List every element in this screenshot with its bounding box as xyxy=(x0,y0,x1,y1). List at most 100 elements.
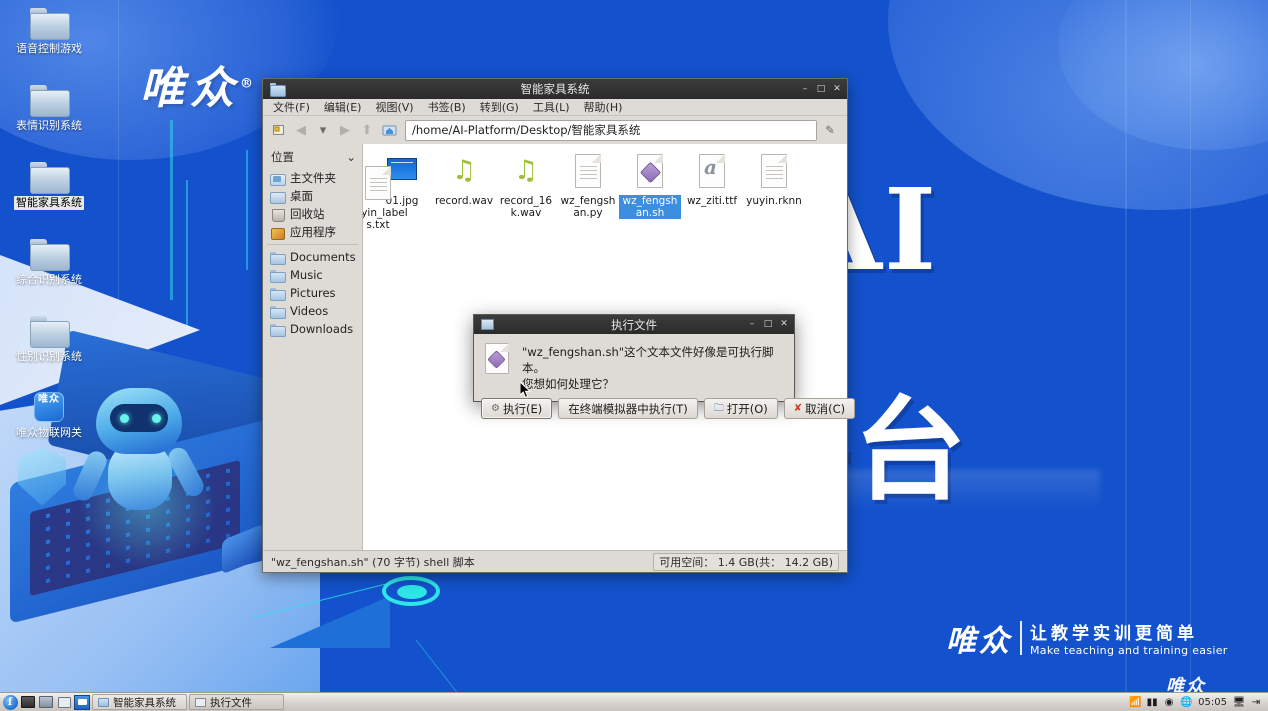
desktop-icon-voice-game[interactable]: 语音控制游戏 xyxy=(8,8,90,56)
file-manager-titlebar[interactable]: 智能家具系统 – □ ✕ xyxy=(263,79,847,99)
path-input[interactable]: /home/AI-Platform/Desktop/智能家具系统 xyxy=(405,119,817,141)
sidebar-item-home[interactable]: 主文件夹 xyxy=(263,169,362,187)
close-button[interactable]: ✕ xyxy=(830,82,844,96)
sidebar-header[interactable]: 位置 ⌄ xyxy=(263,146,362,169)
file-item-record-16k-wav[interactable]: ♫ record_16k.wav xyxy=(495,152,557,231)
camera-icon[interactable]: ◉ xyxy=(1162,695,1176,709)
dialog-titlebar[interactable]: 执行文件 – □ ✕ xyxy=(474,315,794,334)
folder-icon xyxy=(30,239,70,271)
menu-bar[interactable]: 文件(F) 编辑(E) 视图(V) 书签(B) 转到(G) 工具(L) 帮助(H… xyxy=(263,99,847,116)
minimize-button[interactable]: – xyxy=(798,82,812,96)
desktop-icon-expression-system[interactable]: 表情识别系统 xyxy=(8,85,90,133)
show-desktop-icon[interactable] xyxy=(74,694,90,710)
taskbar-item-file-manager[interactable]: 智能家具系统 xyxy=(92,694,187,710)
file-item-wz-fengshan-sh[interactable]: wz_fengshan.sh xyxy=(619,152,681,231)
brand-logo-bottom-mark: 唯众 xyxy=(946,624,1012,659)
file-manager-title: 智能家具系统 xyxy=(520,82,590,96)
file-item-record-wav[interactable]: ♫ record.wav xyxy=(433,152,495,231)
execute-in-terminal-button[interactable]: 在终端模拟器中执行(T) xyxy=(558,398,698,419)
file-item-wz-fengshan-py[interactable]: wz_fengshan.py xyxy=(557,152,619,231)
folder-icon xyxy=(270,269,286,283)
open-button[interactable]: 🗀 打开(O) xyxy=(703,398,778,419)
back-icon[interactable]: ◀ xyxy=(291,120,311,140)
menu-edit[interactable]: 编辑(E) xyxy=(318,98,368,116)
chevron-down-icon[interactable]: ▾ xyxy=(313,120,333,140)
status-bar: "wz_fengshan.sh" (70 字节) shell 脚本 可用空间： … xyxy=(263,550,847,572)
file-item-yuyin-rknn[interactable]: yuyin.rknn xyxy=(743,152,805,231)
sidebar[interactable]: 位置 ⌄ 主文件夹 桌面 回收站 应用程序 Documents Music Pi… xyxy=(263,144,363,550)
display-icon[interactable]: 🖥 xyxy=(1232,695,1246,709)
network-icon[interactable]: 📶 xyxy=(1128,695,1142,709)
wallpaper-vline-2 xyxy=(1190,0,1191,711)
clock[interactable]: 05:05 xyxy=(1196,697,1229,708)
registered-mark: ® xyxy=(240,76,253,92)
menu-view[interactable]: 视图(V) xyxy=(369,98,419,116)
desktop-icon-gender-system[interactable]: 性别识别系统 xyxy=(8,316,90,364)
new-tab-icon[interactable] xyxy=(269,120,289,140)
execute-file-dialog[interactable]: 执行文件 – □ ✕ "wz_fengshan.sh"这个文本文件好像是可执行脚… xyxy=(473,314,856,419)
cancel-button-label: 取消(C) xyxy=(805,401,846,416)
chevron-down-icon[interactable]: ⌄ xyxy=(346,150,356,164)
sidebar-item-label: Music xyxy=(290,268,323,282)
file-item-wz-ziti-ttf[interactable]: a wz_ziti.ttf xyxy=(681,152,743,231)
desktop-icon-comprehensive-system[interactable]: 综合识别系统 xyxy=(8,239,90,287)
taskbar-item-label: 执行文件 xyxy=(210,696,252,709)
home-icon[interactable] xyxy=(379,120,399,140)
dialog-maximize-button[interactable]: □ xyxy=(761,318,775,332)
cancel-button[interactable]: ✘ 取消(C) xyxy=(783,398,856,419)
taskbar[interactable]: f 智能家具系统 执行文件 📶 ▮▮ ◉ 🌐 05:05 🖥 ⇥ xyxy=(0,692,1268,711)
maximize-button[interactable]: □ xyxy=(814,82,828,96)
sidebar-item-pictures[interactable]: Pictures xyxy=(263,284,362,302)
sidebar-item-desktop[interactable]: 桌面 xyxy=(263,187,362,205)
sidebar-item-label: 桌面 xyxy=(290,189,313,203)
terminal-icon[interactable] xyxy=(20,694,36,710)
script-file-icon xyxy=(633,152,667,192)
system-tray[interactable]: 📶 ▮▮ ◉ 🌐 05:05 🖥 ⇥ xyxy=(1128,695,1266,709)
menu-file[interactable]: 文件(F) xyxy=(267,98,316,116)
menu-tools[interactable]: 工具(L) xyxy=(527,98,576,116)
dialog-minimize-button[interactable]: – xyxy=(745,318,759,332)
window-icon xyxy=(481,319,494,330)
apps-icon xyxy=(270,226,285,240)
desktop-icon-smart-home-system[interactable]: 智能家具系统 xyxy=(8,162,90,210)
wallpaper-cyan-bar-3 xyxy=(246,150,248,270)
monitor-icon[interactable] xyxy=(38,694,54,710)
dialog-close-button[interactable]: ✕ xyxy=(777,318,791,332)
desktop-icon-iot-gateway[interactable]: 唯众 唯众物联网关 xyxy=(8,392,90,440)
windows-icon[interactable] xyxy=(56,694,72,710)
logout-icon[interactable]: ⇥ xyxy=(1249,695,1263,709)
font-file-icon: a xyxy=(695,152,729,192)
toolbar[interactable]: ◀ ▾ ▶ ⬆ /home/AI-Platform/Desktop/智能家具系统… xyxy=(263,116,847,144)
globe-icon[interactable]: 🌐 xyxy=(1179,695,1193,709)
path-edit-icon[interactable]: ✎ xyxy=(819,123,841,137)
sidebar-item-downloads[interactable]: Downloads xyxy=(263,320,362,338)
wallpaper-cyan-bar-2 xyxy=(186,180,188,330)
sidebar-item-label: 应用程序 xyxy=(290,225,336,239)
brand-logo-top-text: 唯众 xyxy=(140,63,240,114)
window-icon xyxy=(195,697,206,707)
sidebar-header-label: 位置 xyxy=(271,150,294,164)
sidebar-item-videos[interactable]: Videos xyxy=(263,302,362,320)
desktop-icon-label: 语音控制游戏 xyxy=(16,42,82,55)
menu-bookmarks[interactable]: 书签(B) xyxy=(422,98,472,116)
up-icon[interactable]: ⬆ xyxy=(357,120,377,140)
sidebar-item-applications[interactable]: 应用程序 xyxy=(263,223,362,241)
forward-icon[interactable]: ▶ xyxy=(335,120,355,140)
taskbar-item-exec-dialog[interactable]: 执行文件 xyxy=(189,694,284,710)
wallpaper-right-curve xyxy=(888,0,1268,210)
sidebar-item-documents[interactable]: Documents xyxy=(263,248,362,266)
sidebar-item-trash[interactable]: 回收站 xyxy=(263,205,362,223)
signal-icon[interactable]: ▮▮ xyxy=(1145,695,1159,709)
firefox-icon[interactable]: f xyxy=(2,694,18,710)
brand-logo-bottom: 唯众 让教学实训更简单 Make teaching and training e… xyxy=(946,616,1228,660)
document-file-icon xyxy=(363,164,395,204)
sidebar-item-label: 回收站 xyxy=(290,207,325,221)
dialog-button-row: ⚙ 执行(E) 在终端模拟器中执行(T) 🗀 打开(O) ✘ 取消(C) xyxy=(474,392,856,426)
menu-help[interactable]: 帮助(H) xyxy=(578,98,629,116)
desktop[interactable]: AI 平台 唯众® 唯众 让教学实训更简单 Make teaching and … xyxy=(0,0,1268,711)
dialog-message-line1: "wz_fengshan.sh"这个文本文件好像是可执行脚本。 xyxy=(522,345,774,375)
brand-slogan-cn: 让教学实训更简单 xyxy=(1030,624,1198,644)
sidebar-item-music[interactable]: Music xyxy=(263,266,362,284)
menu-go[interactable]: 转到(G) xyxy=(474,98,525,116)
execute-button[interactable]: ⚙ 执行(E) xyxy=(481,398,553,419)
